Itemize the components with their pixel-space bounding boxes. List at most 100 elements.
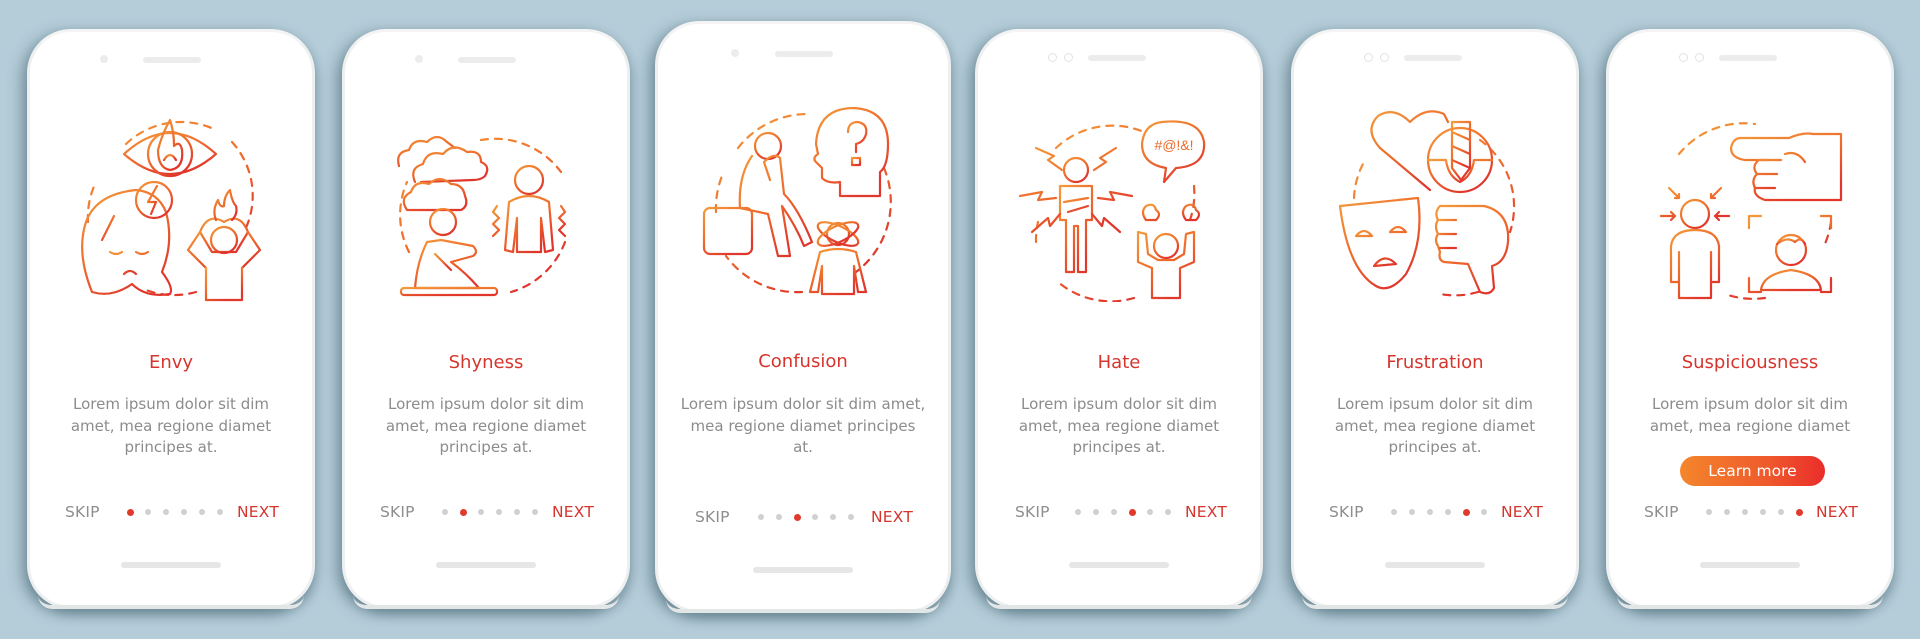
phone-top-bar: [978, 49, 1260, 62]
page-dot-3[interactable]: [1742, 509, 1748, 515]
onboarding-screen-envy: Envy Lorem ipsum dolor sit dim amet, mea…: [27, 29, 315, 609]
next-button[interactable]: NEXT: [237, 503, 279, 521]
page-dot-5[interactable]: [514, 509, 520, 515]
page-dot-6[interactable]: [1796, 508, 1803, 516]
screen-description: Lorem ipsum dolor sit dim amet, mea regi…: [1649, 395, 1851, 435]
page-dot-6[interactable]: [848, 514, 854, 520]
angry-person-lightning-icon: [1018, 146, 1134, 274]
speaker-bar: [775, 51, 833, 57]
page-dot-6[interactable]: [532, 509, 538, 515]
face-scan-icon: [1747, 214, 1833, 294]
heart-drill-icon: [1370, 110, 1494, 194]
phone-top-bar: [658, 41, 948, 57]
onboarding-screen-shyness: Shyness Lorem ipsum dolor sit dim amet, …: [342, 29, 630, 609]
home-indicator: [1069, 562, 1169, 568]
screen-title: Suspiciousness: [1681, 352, 1819, 373]
confusion-illustration: [702, 106, 892, 296]
page-dot-2[interactable]: [776, 514, 782, 520]
sitting-person-icon: [399, 207, 499, 297]
camera-dot: [1064, 53, 1073, 62]
page-dot-5[interactable]: [199, 509, 205, 515]
pager-nav: SKIP NEXT: [30, 503, 312, 523]
screen-description: Lorem ipsum dolor sit dim amet, mea regi…: [680, 395, 926, 456]
page-dot-4[interactable]: [812, 514, 818, 520]
page-dot-2[interactable]: [1093, 509, 1099, 515]
page-dot-6[interactable]: [1165, 509, 1171, 515]
page-dot-3[interactable]: [1111, 509, 1117, 515]
screen-title: Frustration: [1386, 352, 1484, 373]
page-dot-2[interactable]: [1724, 509, 1730, 515]
page-dot-5[interactable]: [1778, 509, 1784, 515]
camera-dot: [1695, 53, 1704, 62]
eye-fire-icon: [122, 118, 218, 178]
page-dot-2[interactable]: [145, 509, 151, 515]
camera-dot: [1679, 53, 1688, 62]
onboarding-screen-suspiciousness: Suspiciousness Lorem ipsum dolor sit dim…: [1606, 29, 1894, 609]
page-dot-1[interactable]: [1075, 509, 1081, 515]
page-dot-3[interactable]: [478, 509, 484, 515]
page-dot-1[interactable]: [127, 508, 134, 516]
page-dot-4[interactable]: [1129, 508, 1136, 516]
page-dot-2[interactable]: [460, 508, 467, 516]
pager-nav: SKIP NEXT: [978, 503, 1260, 523]
trembling-person-icon: [491, 164, 567, 254]
page-dot-6[interactable]: [1481, 509, 1487, 515]
skip-button[interactable]: SKIP: [1329, 503, 1364, 521]
next-button[interactable]: NEXT: [552, 503, 594, 521]
page-dot-6[interactable]: [217, 509, 223, 515]
skip-button[interactable]: SKIP: [695, 508, 730, 526]
onboarding-screen-frustration: Frustration Lorem ipsum dolor sit dim am…: [1291, 29, 1579, 609]
page-dot-1[interactable]: [1706, 509, 1712, 515]
dizzy-person-icon: [808, 221, 868, 296]
page-dot-3[interactable]: [1427, 509, 1433, 515]
page-dot-4[interactable]: [1760, 509, 1766, 515]
screen-title: Shyness: [448, 352, 524, 373]
page-dot-5[interactable]: [830, 514, 836, 520]
camera-dot: [1380, 53, 1389, 62]
page-dot-1[interactable]: [1391, 509, 1397, 515]
skip-button[interactable]: SKIP: [380, 503, 415, 521]
dashed-circle: [1352, 138, 1516, 297]
page-dot-4[interactable]: [496, 509, 502, 515]
phone-top-bar: [1609, 49, 1891, 62]
page-dot-4[interactable]: [1445, 509, 1451, 515]
page-dot-1[interactable]: [758, 514, 764, 520]
page-dot-3[interactable]: [163, 509, 169, 515]
skip-button[interactable]: SKIP: [1015, 503, 1050, 521]
head-question-icon: [813, 106, 890, 198]
speaker-bar: [458, 57, 516, 63]
next-button[interactable]: NEXT: [1501, 503, 1543, 521]
camera-dot: [731, 49, 739, 57]
onboarding-screen-confusion: Confusion Lorem ipsum dolor sit dim amet…: [655, 21, 951, 613]
page-dot-4[interactable]: [181, 509, 187, 515]
screen-title: Confusion: [758, 351, 848, 372]
skip-button[interactable]: SKIP: [1644, 503, 1679, 521]
phone-top-bar: [30, 49, 312, 63]
next-button[interactable]: NEXT: [871, 508, 913, 526]
next-button[interactable]: NEXT: [1185, 503, 1227, 521]
page-dot-3[interactable]: [794, 513, 801, 521]
hate-illustration: #@!&!: [1018, 120, 1206, 302]
home-indicator: [121, 562, 221, 568]
skip-button[interactable]: SKIP: [65, 503, 100, 521]
pager-nav: SKIP NEXT: [1294, 503, 1576, 523]
screen-description: Lorem ipsum dolor sit dim amet, mea regi…: [385, 395, 587, 456]
envy-illustration: [81, 118, 262, 302]
page-dot-5[interactable]: [1463, 508, 1470, 516]
page-dot-5[interactable]: [1147, 509, 1153, 515]
page-dot-2[interactable]: [1409, 509, 1415, 515]
screen-description: Lorem ipsum dolor sit dim amet, mea regi…: [1334, 395, 1536, 456]
pointing-hand-icon: [1729, 132, 1843, 202]
onboarding-screen-hate: #@!&! Hate Lorem ipsum dolor sit dim ame…: [975, 29, 1263, 609]
shyness-illustration: [397, 135, 567, 297]
phone-top-bar: [1294, 49, 1576, 62]
learn-more-button[interactable]: Learn more: [1680, 456, 1825, 486]
page-dot-1[interactable]: [442, 509, 448, 515]
targeted-person-icon: [1659, 186, 1731, 300]
home-indicator: [1700, 562, 1800, 568]
speaker-bar: [1719, 55, 1777, 61]
screen-title: Envy: [148, 352, 194, 373]
next-button[interactable]: NEXT: [1816, 503, 1858, 521]
camera-dot: [1048, 53, 1057, 62]
thinking-person-icon: [702, 131, 814, 258]
